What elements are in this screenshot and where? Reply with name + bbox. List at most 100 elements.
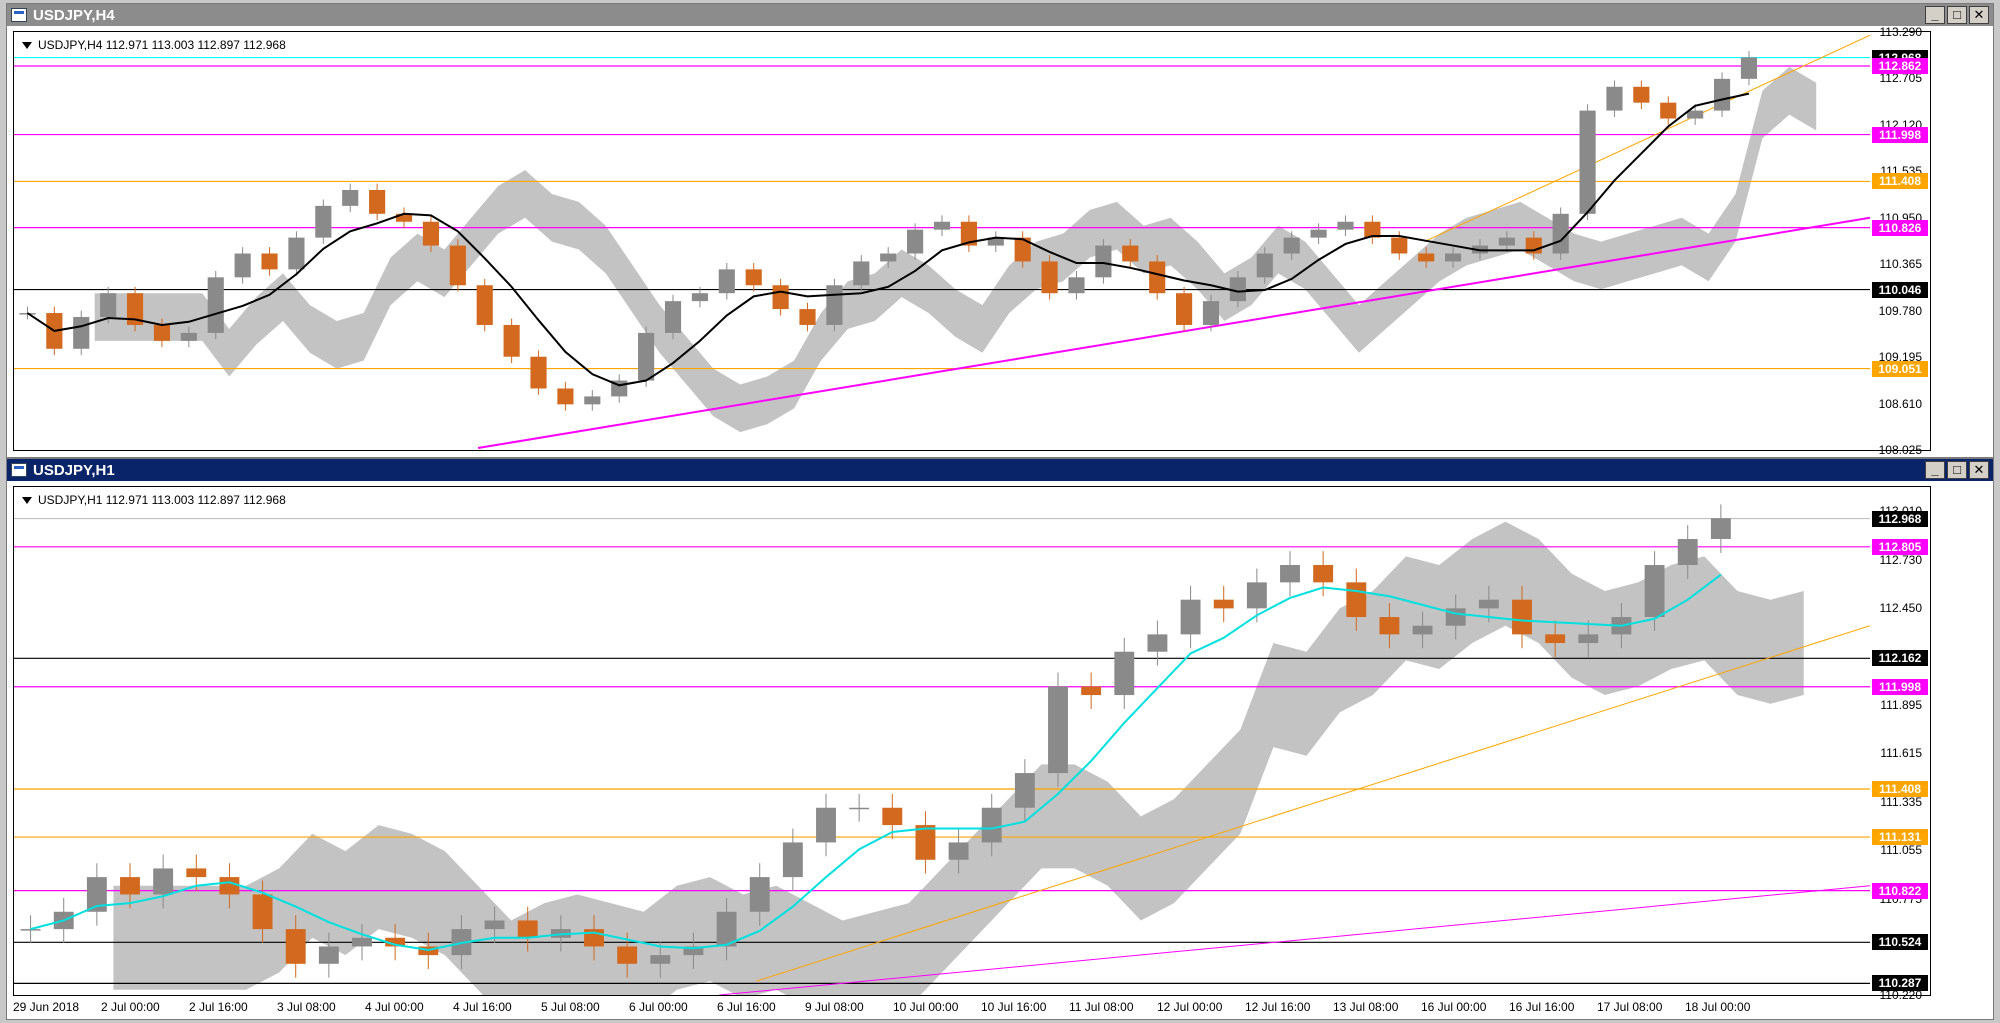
- time-tick-label: 16 Jul 00:00: [1421, 1000, 1487, 1014]
- price-level-label: 112.162: [1872, 650, 1928, 667]
- maximize-button[interactable]: □: [1947, 6, 1967, 24]
- candle-body: [530, 356, 547, 389]
- price-level-label: 110.524: [1872, 934, 1928, 951]
- candle-body: [816, 807, 836, 843]
- price-tick-label: 110.365: [1879, 257, 1923, 272]
- candle-body: [234, 253, 251, 278]
- candle-body: [1346, 582, 1367, 618]
- time-tick-label: 3 Jul 08:00: [277, 1000, 336, 1014]
- candle-body: [638, 332, 655, 381]
- time-tick-label: 4 Jul 00:00: [365, 1000, 424, 1014]
- close-button[interactable]: ✕: [1969, 461, 1989, 479]
- candle-body: [180, 332, 197, 341]
- chart-window-h4[interactable]: USDJPY,H4 _ □ ✕ USDJPY,H4 112.971 113.00…: [6, 3, 1994, 458]
- price-tick-label: 112.730: [1879, 552, 1923, 567]
- price-level-label: 111.998: [1872, 126, 1928, 143]
- price-level-label: 112.862: [1872, 57, 1928, 74]
- candle-body: [73, 317, 90, 349]
- chart-canvas: [14, 504, 1870, 995]
- candle-body: [318, 946, 339, 964]
- dropdown-triangle-icon[interactable]: [22, 42, 32, 50]
- candle-body: [1713, 78, 1731, 111]
- candle-body: [1644, 565, 1665, 618]
- candle-body: [1578, 634, 1599, 644]
- candle-body: [288, 237, 305, 270]
- time-tick-label: 2 Jul 16:00: [189, 1000, 248, 1014]
- time-tick-label: 18 Jul 00:00: [1685, 1000, 1751, 1014]
- candle-body: [1246, 582, 1267, 609]
- time-tick-label: 12 Jul 00:00: [1157, 1000, 1223, 1014]
- time-tick-label: 16 Jul 16:00: [1509, 1000, 1575, 1014]
- candle-body: [617, 946, 638, 964]
- price-tick-label: 111.615: [1880, 746, 1922, 761]
- candle-body: [207, 277, 224, 333]
- candle-body: [650, 955, 671, 964]
- close-button[interactable]: ✕: [1969, 6, 1989, 24]
- price-tick-label: 113.290: [1879, 25, 1923, 39]
- candle-body: [1081, 686, 1102, 696]
- time-tick-label: 5 Jul 08:00: [541, 1000, 600, 1014]
- candle-body: [1687, 110, 1704, 119]
- candle-body: [517, 920, 538, 938]
- dropdown-triangle-icon[interactable]: [22, 497, 32, 505]
- candle-body: [476, 285, 493, 325]
- price-chart-area[interactable]: USDJPY,H4 112.971 113.003 112.897 112.96…: [13, 25, 1931, 457]
- candle-body: [1202, 301, 1220, 325]
- candle-body: [186, 868, 207, 878]
- title-bar[interactable]: USDJPY,H1 _ □ ✕: [7, 459, 1993, 481]
- candle-body: [584, 396, 601, 405]
- time-tick-label: 12 Jul 16:00: [1245, 1000, 1311, 1014]
- ichimoku-cloud: [113, 521, 1804, 995]
- price-level-label: 112.968: [1872, 510, 1928, 527]
- candle-body: [1579, 110, 1596, 214]
- candle-body: [1180, 599, 1201, 635]
- time-scale[interactable]: 29 Jun 2018 2 Jul 00:00 2 Jul 16:00 3 Jul 0…: [13, 997, 1931, 1017]
- candle-body: [691, 293, 708, 302]
- title-bar[interactable]: USDJPY,H4 _ □ ✕: [7, 4, 1993, 26]
- candle-body: [252, 894, 273, 930]
- candle-body: [1229, 277, 1246, 302]
- candle-body: [1512, 599, 1532, 635]
- candle-body: [1068, 277, 1085, 294]
- candle-body: [1418, 253, 1435, 262]
- candle-body: [153, 324, 171, 341]
- price-scale[interactable]: 113.290 112.705 112.120 111.535 110.950 110.3…: [1868, 25, 1930, 457]
- candle-body: [1660, 102, 1677, 119]
- candle-body: [1498, 237, 1515, 246]
- candle-body: [1213, 599, 1234, 609]
- candle-body: [1041, 261, 1058, 294]
- candle-body: [1149, 261, 1166, 294]
- candle-body: [449, 245, 466, 286]
- price-tick-label: 111.055: [1880, 843, 1922, 858]
- candle-body: [1014, 773, 1035, 808]
- candle-body: [484, 920, 505, 930]
- candle-body: [1478, 599, 1499, 609]
- price-tick-label: 112.450: [1879, 601, 1923, 616]
- minimize-button[interactable]: _: [1925, 461, 1945, 479]
- chart-window-h1[interactable]: USDJPY,H1 _ □ ✕ USDJPY,H1 112.971 113.00…: [6, 458, 1994, 1020]
- price-scale[interactable]: 113.010112.730112.450112.170111.895111.6…: [1868, 487, 1930, 1002]
- time-tick-label: 10 Jul 16:00: [981, 1000, 1047, 1014]
- time-tick-label: 6 Jul 00:00: [629, 1000, 688, 1014]
- price-chart-area[interactable]: USDJPY,H1 112.971 113.003 112.897 112.96…: [13, 486, 1931, 1002]
- candle-body: [1280, 565, 1300, 583]
- minimize-button[interactable]: _: [1925, 6, 1945, 24]
- window-title: USDJPY,H1: [33, 461, 115, 479]
- candle-body: [933, 221, 951, 230]
- candle-body: [1677, 539, 1698, 566]
- window-title: USDJPY,H4: [33, 6, 115, 24]
- candle-body: [1147, 634, 1168, 652]
- maximize-button[interactable]: □: [1947, 461, 1967, 479]
- price-level-label: 110.826: [1872, 219, 1928, 236]
- chart-app-icon: [11, 8, 27, 22]
- candle-body: [20, 929, 41, 931]
- candle-body: [1310, 229, 1327, 238]
- candle-body: [1633, 86, 1650, 103]
- candle-body: [285, 929, 306, 964]
- price-level-label: 111.131: [1872, 829, 1928, 846]
- candle-body: [1176, 293, 1193, 325]
- price-level-label: 110.822: [1872, 882, 1928, 899]
- time-tick-label: 10 Jul 00:00: [893, 1000, 959, 1014]
- symbol-info-text: USDJPY,H1 112.971 113.003 112.897 112.96…: [38, 493, 286, 507]
- candle-body: [1545, 634, 1566, 644]
